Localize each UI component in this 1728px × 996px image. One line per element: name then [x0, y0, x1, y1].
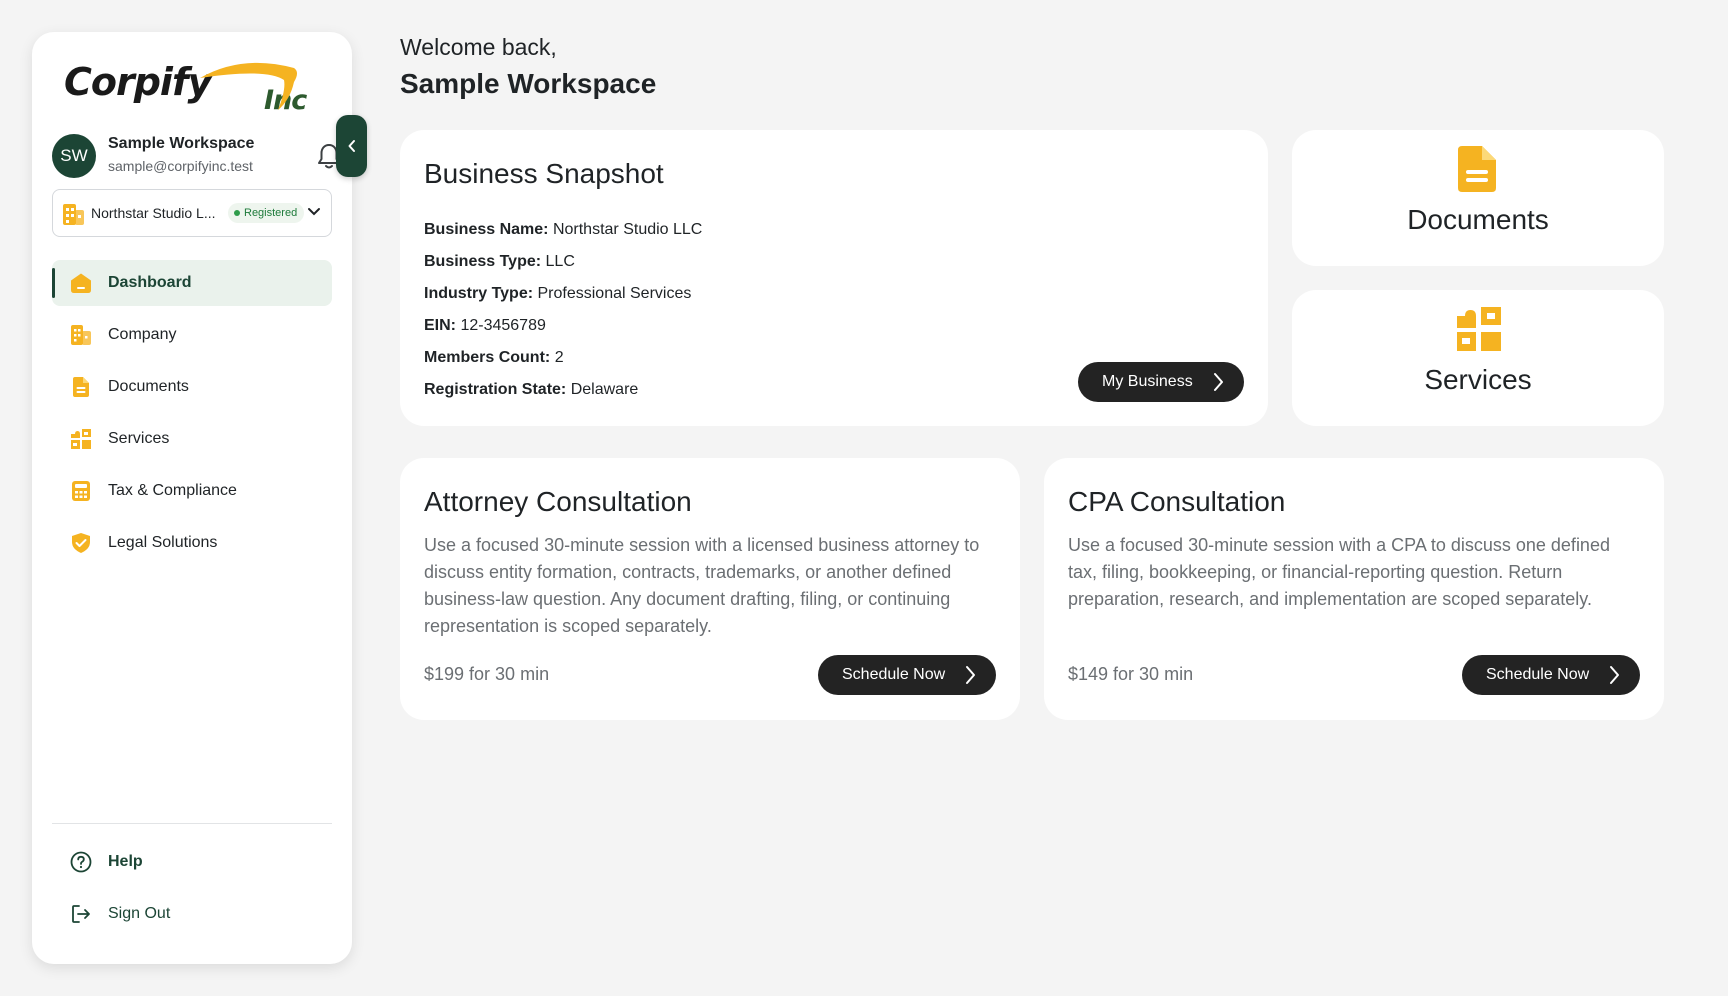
- attorney-consultation-card: Attorney Consultation Use a focused 30-m…: [400, 458, 1020, 720]
- chevron-left-icon: [348, 140, 355, 152]
- sign-out-label: Sign Out: [108, 905, 171, 922]
- sidebar-item-dashboard[interactable]: Dashboard: [52, 260, 332, 306]
- button-label: Schedule Now: [842, 666, 946, 683]
- card-description: Use a focused 30-minute session with a C…: [1068, 535, 1610, 609]
- sidebar-item-tax-compliance[interactable]: Tax & Compliance: [52, 468, 332, 514]
- avatar[interactable]: SW: [52, 134, 96, 178]
- field-label: Registration State:: [424, 381, 567, 398]
- sidebar-item-label: Dashboard: [108, 274, 192, 291]
- document-icon: [73, 377, 89, 397]
- field-value: 2: [554, 349, 564, 366]
- field-label: Industry Type:: [424, 285, 534, 302]
- my-business-button[interactable]: My Business: [1078, 362, 1244, 402]
- chevron-right-icon: [1214, 373, 1223, 391]
- sidebar-item-documents[interactable]: Documents: [52, 364, 332, 410]
- sidebar-item-legal-solutions[interactable]: Legal Solutions: [52, 520, 332, 566]
- logo-swoosh-icon: [200, 62, 297, 110]
- divider: [52, 823, 332, 824]
- field-registration-state: Registration State: Delaware: [424, 380, 702, 412]
- chevron-down-icon: [308, 208, 320, 216]
- card-description: Use a focused 30-minute session with a l…: [424, 535, 980, 636]
- field-value: Professional Services: [537, 285, 692, 302]
- chevron-right-icon: [1610, 666, 1619, 684]
- tile-label: Services: [1424, 364, 1532, 395]
- field-label: Members Count:: [424, 349, 551, 366]
- field-label: Business Name:: [424, 221, 549, 238]
- field-members-count: Members Count: 2: [424, 348, 702, 380]
- sidebar-item-label: Company: [108, 326, 177, 343]
- help-label: Help: [108, 853, 143, 870]
- card-title: Attorney Consultation: [424, 486, 692, 517]
- sidebar-item-company[interactable]: Company: [52, 312, 332, 358]
- sidebar-item-label: Tax & Compliance: [108, 482, 237, 499]
- sign-out-link[interactable]: Sign Out: [52, 894, 332, 934]
- snapshot-fields: Business Name: Northstar Studio LLC Busi…: [424, 220, 702, 412]
- chevron-right-icon: [966, 666, 975, 684]
- price-label: $199 for 30 min: [424, 664, 550, 684]
- card-title: CPA Consultation: [1068, 486, 1286, 517]
- status-badge-label: Registered: [244, 207, 298, 219]
- field-ein: EIN: 12-3456789: [424, 316, 702, 348]
- services-tile[interactable]: Services: [1292, 290, 1664, 426]
- help-icon: [70, 851, 92, 873]
- field-value: Northstar Studio LLC: [552, 221, 703, 238]
- user-profile: SW Sample Workspace sample@corpifyinc.te…: [52, 128, 340, 184]
- shield-check-icon: [72, 533, 90, 553]
- building-icon: [63, 204, 84, 225]
- price-label: $149 for 30 min: [1068, 664, 1194, 684]
- status-badge: Registered: [228, 203, 305, 223]
- field-value: LLC: [545, 253, 575, 270]
- tile-label: Documents: [1407, 204, 1549, 235]
- puzzle-icon: [1457, 307, 1501, 351]
- field-label: Business Type:: [424, 253, 542, 270]
- help-link[interactable]: Help: [52, 842, 332, 882]
- field-business-type: Business Type: LLC: [424, 252, 702, 284]
- field-value: Delaware: [570, 381, 639, 398]
- company-name: Northstar Studio L...: [91, 205, 216, 221]
- sidebar-item-services[interactable]: Services: [52, 416, 332, 462]
- cpa-consultation-card: CPA Consultation Use a focused 30-minute…: [1044, 458, 1664, 720]
- field-label: EIN:: [424, 317, 456, 334]
- sidebar-item-label: Documents: [108, 378, 189, 395]
- field-business-name: Business Name: Northstar Studio LLC: [424, 220, 702, 252]
- home-icon: [71, 273, 91, 293]
- business-snapshot-card: Business Snapshot Business Name: Northst…: [400, 130, 1268, 426]
- puzzle-icon: [71, 429, 91, 449]
- calculator-icon: [72, 481, 90, 501]
- field-value: 12-3456789: [460, 317, 546, 334]
- schedule-now-button[interactable]: Schedule Now: [1462, 655, 1640, 695]
- sidebar-item-label: Services: [108, 430, 170, 447]
- user-name: Sample Workspace: [108, 135, 255, 152]
- sidebar-item-label: Legal Solutions: [108, 534, 218, 551]
- sidebar-nav: Dashboard Company Documents Services Tax…: [52, 260, 332, 572]
- card-title: Business Snapshot: [424, 158, 664, 189]
- collapse-sidebar-button[interactable]: [336, 115, 367, 177]
- document-icon: [1458, 146, 1496, 192]
- page-title: Sample Workspace: [400, 68, 657, 99]
- building-icon: [71, 325, 91, 345]
- sign-out-icon: [72, 905, 90, 923]
- button-label: Schedule Now: [1486, 666, 1590, 683]
- button-label: My Business: [1102, 373, 1193, 390]
- documents-tile[interactable]: Documents: [1292, 130, 1664, 266]
- company-selector[interactable]: Northstar Studio L... Registered: [52, 189, 332, 237]
- user-email: sample@corpifyinc.test: [108, 158, 253, 174]
- field-industry-type: Industry Type: Professional Services: [424, 284, 702, 316]
- schedule-now-button[interactable]: Schedule Now: [818, 655, 996, 695]
- status-dot-icon: [234, 210, 240, 216]
- welcome-text: Welcome back,: [400, 34, 557, 60]
- sidebar: Corpify Inc SW Sample Workspace sample@c…: [32, 32, 352, 964]
